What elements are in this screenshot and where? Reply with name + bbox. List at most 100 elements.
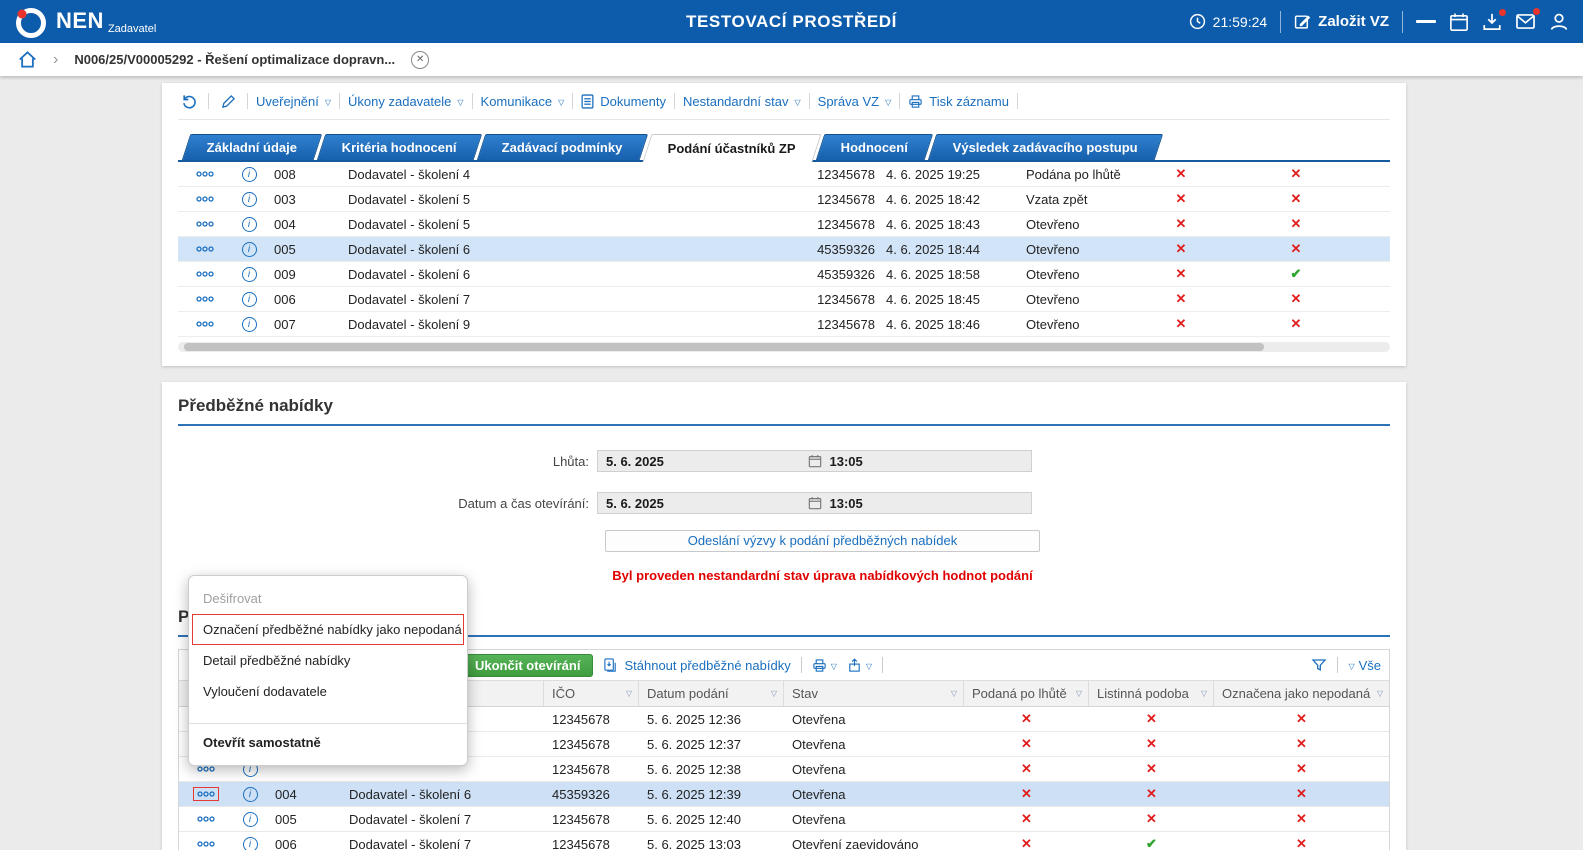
column-header-listinna-podoba[interactable]: Listinná podoba▽: [1089, 681, 1214, 706]
context-menu-item[interactable]: Vyloučení dodavatele: [189, 676, 467, 707]
app-header: NEN Zadavatel TESTOVACÍ PROSTŘEDÍ 21:59:…: [0, 0, 1583, 43]
undo-icon[interactable]: [178, 93, 200, 110]
toolbar-komunikace[interactable]: Komunikace▽: [481, 94, 565, 109]
row-context-menu: Dešifrovat Označení předběžné nabídky ja…: [188, 575, 468, 766]
info-icon[interactable]: i: [242, 167, 257, 182]
info-icon[interactable]: i: [242, 242, 257, 257]
row-menu-cell: [178, 237, 232, 261]
row-actions-icon[interactable]: [193, 243, 217, 255]
table-row[interactable]: i 003 Dodavatel - školení 5 12345678 4. …: [178, 187, 1390, 212]
column-header-podana-po-lhute[interactable]: Podaná po lhůtě▽: [964, 681, 1089, 706]
supplier-name: Dodavatel - školení 7: [336, 287, 806, 311]
finish-opening-button[interactable]: Ukončit otevírání: [462, 654, 593, 677]
info-icon[interactable]: i: [243, 837, 258, 850]
opening-field[interactable]: 5. 6. 2025 13:05: [597, 492, 1032, 514]
home-icon[interactable]: [18, 50, 37, 69]
filter-caret-icon[interactable]: ▽: [771, 689, 777, 698]
table-row[interactable]: i 009 Dodavatel - školení 6 45359326 4. …: [178, 262, 1390, 287]
messages-icon[interactable]: [1515, 11, 1536, 32]
export-menu-button[interactable]: ▽: [847, 658, 872, 673]
toolbar-dokumenty[interactable]: Dokumenty: [581, 94, 666, 109]
info-icon[interactable]: i: [243, 787, 258, 802]
table-row[interactable]: i 007 Dodavatel - školení 9 12345678 4. …: [178, 312, 1390, 337]
info-icon[interactable]: i: [242, 192, 257, 207]
edit-icon[interactable]: [217, 94, 239, 109]
column-header-oznacena-jako-nepodana[interactable]: Označena jako nepodaná▽: [1214, 681, 1389, 706]
filter-caret-icon[interactable]: ▽: [1377, 689, 1383, 698]
tab[interactable]: Kritéria hodnocení: [317, 134, 482, 160]
row-actions-icon[interactable]: [193, 268, 217, 280]
create-vz-button[interactable]: Založit VZ: [1294, 13, 1389, 30]
toolbar-ukony-zadavatele[interactable]: Úkony zadavatele▽: [348, 94, 464, 109]
filter-icon[interactable]: [1311, 657, 1327, 673]
table-row[interactable]: i 005 Dodavatel - školení 7 12345678 5. …: [179, 807, 1389, 832]
row-actions-icon[interactable]: [193, 318, 217, 330]
context-menu-item[interactable]: Označení předběžné nabídky jako nepodaná: [192, 614, 464, 645]
logo-block[interactable]: NEN Zadavatel: [14, 3, 156, 40]
row-actions-icon[interactable]: [193, 218, 217, 230]
table-row[interactable]: i 008 Dodavatel - školení 4 12345678 4. …: [178, 162, 1390, 187]
offer-number: 009: [266, 262, 336, 286]
downloads-icon[interactable]: [1482, 12, 1502, 32]
info-icon[interactable]: i: [243, 812, 258, 827]
row-actions-icon[interactable]: [193, 787, 219, 801]
deadline-date-value[interactable]: 5. 6. 2025: [598, 454, 808, 469]
paper-flag: ✕: [1089, 757, 1214, 781]
filter-caret-icon[interactable]: ▽: [1201, 689, 1207, 698]
table-row[interactable]: i 004 Dodavatel - školení 5 12345678 4. …: [178, 212, 1390, 237]
table-row[interactable]: i 005 Dodavatel - školení 6 45359326 4. …: [178, 237, 1390, 262]
row-actions-icon[interactable]: [193, 293, 217, 305]
late-flag: ✕: [964, 757, 1089, 781]
toolbar-tisk-zaznamu[interactable]: Tisk záznamu: [908, 94, 1009, 109]
tab[interactable]: Podání účastníků ZP: [642, 134, 821, 162]
context-menu-item[interactable]: Otevřít samostatně: [189, 723, 467, 758]
close-record-icon[interactable]: ✕: [411, 51, 429, 69]
breadcrumb-record-title[interactable]: N006/25/V00005292 - Řešení optimalizace …: [74, 52, 395, 67]
table-row[interactable]: i 006 Dodavatel - školení 7 12345678 5. …: [179, 832, 1389, 850]
toolbar-sprava-vz[interactable]: Správa VZ▽: [818, 94, 892, 109]
print-menu-button[interactable]: ▽: [812, 658, 837, 673]
context-menu-item[interactable]: Detail předběžné nabídky: [189, 645, 467, 676]
table-row[interactable]: i 004 Dodavatel - školení 6 45359326 5. …: [179, 782, 1389, 807]
info-icon[interactable]: i: [242, 267, 257, 282]
tab[interactable]: Základní údaje: [182, 134, 323, 160]
filter-caret-icon[interactable]: ▽: [951, 689, 957, 698]
scrollbar-thumb[interactable]: [184, 343, 1264, 351]
info-cell: i: [233, 782, 267, 806]
tab[interactable]: Výsledek zadávacího postupu: [928, 134, 1163, 160]
download-offers-link[interactable]: Stáhnout předběžné nabídky: [603, 658, 790, 673]
opening-date-value[interactable]: 5. 6. 2025: [598, 496, 808, 511]
calendar-icon[interactable]: [1449, 12, 1469, 32]
row-menu-cell: [178, 287, 232, 311]
filter-caret-icon[interactable]: ▽: [626, 689, 632, 698]
filter-caret-icon[interactable]: ▽: [1076, 689, 1082, 698]
column-header-stav[interactable]: Stav▽: [784, 681, 964, 706]
row-actions-icon[interactable]: [193, 168, 217, 180]
row-actions-icon[interactable]: [194, 813, 218, 825]
context-menu-item[interactable]: Dešifrovat: [189, 583, 467, 614]
horizontal-scrollbar[interactable]: [178, 342, 1390, 352]
tab[interactable]: Zadávací podmínky: [477, 134, 648, 160]
column-header-ico[interactable]: IČO▽: [544, 681, 639, 706]
row-actions-icon[interactable]: [194, 838, 218, 850]
toolbar-nestandardni-stav[interactable]: Nestandardní stav▽: [683, 94, 801, 109]
deadline-time-value[interactable]: 13:05: [822, 454, 1032, 469]
send-call-button[interactable]: Odeslání výzvy k podání předběžných nabí…: [605, 530, 1040, 552]
deadline-field[interactable]: 5. 6. 2025 13:05: [597, 450, 1032, 472]
info-icon[interactable]: i: [242, 292, 257, 307]
info-cell: i: [232, 187, 266, 211]
view-filter-all[interactable]: ▽ Vše: [1348, 658, 1381, 673]
opening-time-value[interactable]: 13:05: [822, 496, 1032, 511]
calendar-icon[interactable]: [808, 496, 822, 510]
column-header-datum-podani[interactable]: Datum podání▽: [639, 681, 784, 706]
info-icon[interactable]: i: [242, 217, 257, 232]
menu-icon[interactable]: [1416, 17, 1436, 27]
table-row[interactable]: i 006 Dodavatel - školení 7 12345678 4. …: [178, 287, 1390, 312]
profile-icon[interactable]: [1549, 12, 1569, 32]
calendar-icon[interactable]: [808, 454, 822, 468]
row-actions-icon[interactable]: [193, 193, 217, 205]
info-cell: i: [232, 162, 266, 186]
toolbar-uverejneni[interactable]: Uveřejnění▽: [256, 94, 331, 109]
tab[interactable]: Hodnocení: [815, 134, 933, 160]
info-icon[interactable]: i: [242, 317, 257, 332]
